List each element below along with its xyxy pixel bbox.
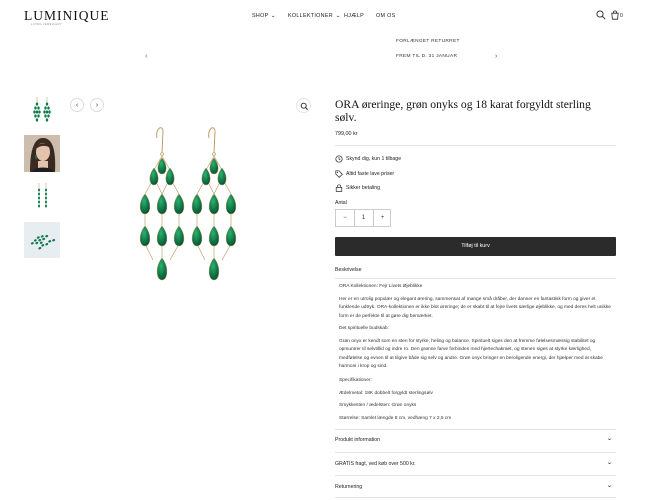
secure-payment-notice: Sikker betaling [346, 185, 381, 191]
nav-item-label: SHOP [252, 13, 269, 19]
site-header: LUMINIQUE LIVING JEWELLERY SHOP ⌄ KOLLEKT… [0, 0, 650, 34]
accordion-product-info-header[interactable]: Produkt information [335, 437, 380, 443]
description-spiritual-heading: Det spirituelle budskab: [339, 326, 389, 331]
description-collection-title: ORA Kollektionen: Fejr Livets Øjeblikke [339, 284, 423, 289]
announcement-line-1: FORLÆNGET RETURRET [396, 39, 460, 44]
main-product-image[interactable] [118, 118, 258, 288]
divider [335, 475, 616, 476]
nav-item-label: KOLLEKTIONER [288, 13, 333, 19]
quantity-minus-button[interactable]: − [336, 210, 354, 227]
model-wearing-thumbnail [24, 135, 60, 172]
product-price: 799,00 kr [335, 131, 358, 137]
nav-item-shop[interactable]: SHOP ⌄ [252, 13, 276, 19]
accordion-returns-header[interactable]: Returnering [335, 484, 362, 490]
spec-metal: Ædelmetal: 18K dobbelt forgyldt sterling… [339, 391, 433, 396]
description-intro: Her er en utrolig populær og elegant øre… [339, 297, 611, 319]
gallery-prev-button[interactable]: ‹ [70, 98, 84, 112]
thumbnail-model[interactable] [24, 135, 60, 172]
earring-lying-thumbnail [24, 222, 60, 258]
announcement-next-arrow[interactable]: › [495, 53, 497, 60]
quantity-stepper: − 1 + [335, 209, 391, 227]
nav-item-label: HJÆLP [344, 13, 365, 19]
chevron-down-icon[interactable]: ⌄ [606, 482, 613, 489]
divider [335, 452, 616, 453]
chevron-down-icon: ⌄ [270, 13, 277, 19]
quantity-input[interactable]: 1 [355, 210, 373, 227]
brand-tagline: LIVING JEWELLERY [31, 23, 63, 26]
thumbnail-earring-pair[interactable] [24, 95, 60, 125]
tag-icon [335, 170, 343, 178]
description-spec-heading: Specifikationer: [339, 378, 372, 383]
divider [335, 278, 616, 279]
spec-size: Størrelse: Samlet længde 8 cm, vedhæng 7… [339, 416, 452, 421]
earring-left [139, 127, 185, 281]
divider [335, 497, 616, 498]
divider [335, 429, 616, 430]
stock-notice: Skynd dig, kun 1 tilbage [346, 156, 402, 162]
product-title: ORA øreringe, grøn onyks og 18 karat for… [335, 98, 591, 124]
earring-side-thumbnail [38, 183, 47, 208]
description-spiritual-text: Grøn onyx er kendt som en sten for styrk… [339, 339, 603, 370]
chevron-down-icon[interactable]: ⌄ [606, 435, 613, 442]
quantity-plus-button[interactable]: + [374, 210, 392, 227]
add-to-cart-button[interactable]: Tilføj til kurv [335, 237, 616, 256]
nav-item-help[interactable]: HJÆLP [344, 13, 364, 19]
earring-right [191, 127, 237, 281]
announcement-prev-arrow[interactable]: ‹ [145, 53, 147, 60]
nav-item-label: OM OS [376, 13, 396, 19]
divider [335, 145, 616, 146]
thumbnail-earring-side[interactable] [24, 180, 60, 212]
chevron-down-icon[interactable]: ⌄ [606, 459, 613, 466]
chevron-down-icon: ⌄ [335, 13, 342, 19]
quantity-label: Antal [335, 200, 347, 206]
zoom-button[interactable] [296, 98, 311, 113]
zoom-icon [300, 102, 308, 110]
spec-stone: Smykkesten / ædelsten: Grøn onyks [339, 403, 417, 408]
accordion-description-header[interactable]: Beskrivelse [335, 267, 362, 273]
announcement-line-2: FREM TIL D. 31 JANUAR [396, 54, 458, 59]
gallery-next-button[interactable]: › [90, 98, 104, 112]
chevron-up-icon[interactable]: ˆ [607, 266, 610, 272]
brand-logo[interactable]: LUMINIQUE [24, 8, 110, 24]
cart-bag-icon[interactable] [610, 10, 620, 20]
lock-icon [335, 184, 343, 192]
nav-item-collections[interactable]: KOLLEKTIONER ⌄ [288, 13, 342, 19]
thumbnail-earring-lying[interactable] [24, 222, 60, 258]
nav-item-about[interactable]: OM OS [376, 13, 395, 19]
accordion-shipping-header[interactable]: GRATIS fragt, ved køb over 500 kr. [335, 461, 416, 467]
search-icon[interactable] [596, 10, 606, 20]
earring-pair-thumbnail [33, 97, 51, 122]
clock-icon [335, 155, 343, 163]
low-price-notice: Altid faste lave priser [346, 171, 395, 177]
cart-count: 0 [620, 13, 624, 19]
